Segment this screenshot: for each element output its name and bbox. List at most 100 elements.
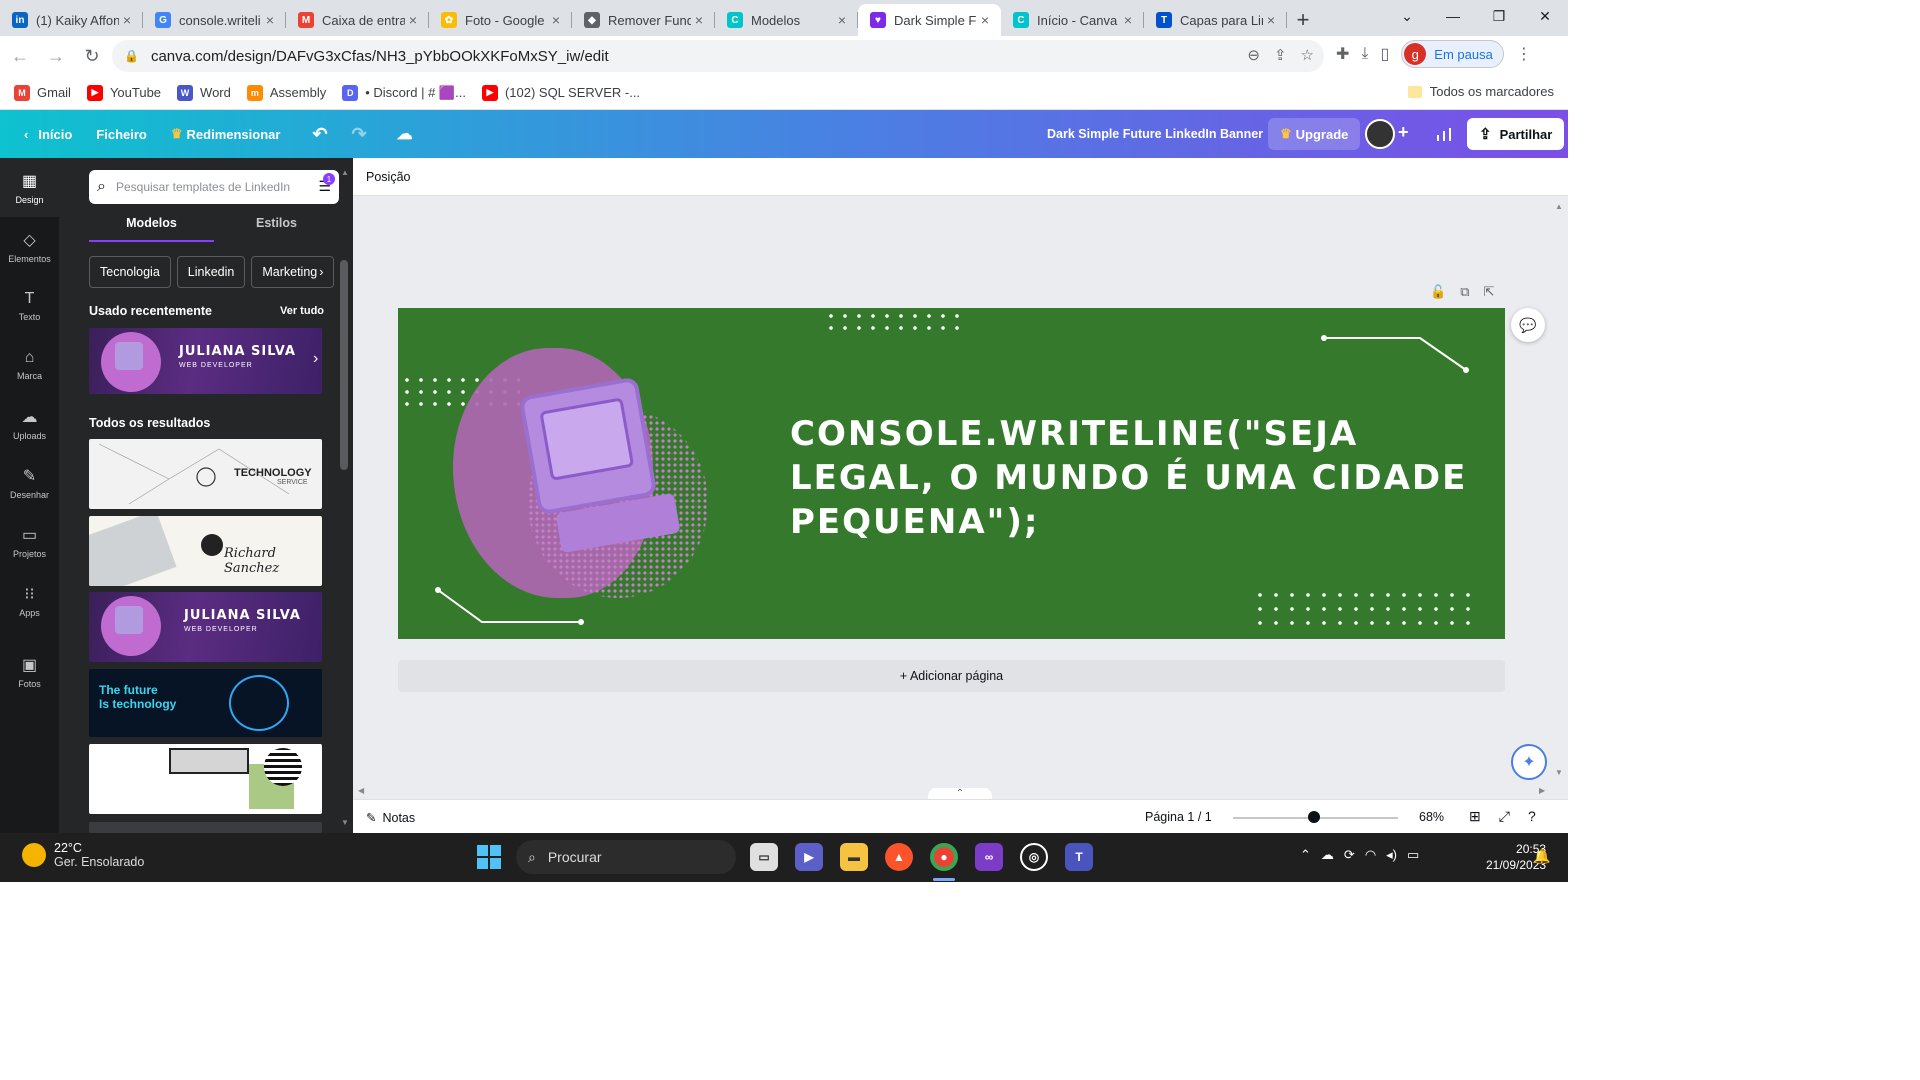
upgrade-button[interactable]: ♛ Upgrade (1268, 118, 1361, 150)
chip-linkedin[interactable]: Linkedin (176, 256, 246, 288)
duplicate-page-icon[interactable]: ⧉ (1460, 284, 1469, 300)
redo-button[interactable]: ↷ (340, 118, 379, 150)
panel-scrollbar[interactable]: ▲ ▼ (339, 168, 349, 828)
rail-item-texto[interactable]: T Texto (0, 276, 59, 335)
bookmark-item[interactable]: ▶ YouTube (86, 84, 161, 101)
onedrive-icon[interactable]: ☁ (1321, 847, 1334, 863)
rail-item-elementos[interactable]: ◇ Elementos (0, 217, 59, 276)
design-title[interactable]: Dark Simple Future LinkedIn Banner (1047, 127, 1263, 141)
omnibox[interactable]: 🔒 canva.com/design/DAFvG3xCfas/NH3_pYbbO… (112, 40, 1324, 72)
back-arrow-icon[interactable]: ← (4, 40, 36, 72)
share-button[interactable]: ⇪ Partilhar (1467, 118, 1565, 150)
close-tab-icon[interactable]: × (977, 12, 993, 28)
close-tab-icon[interactable]: × (834, 12, 850, 28)
close-tab-icon[interactable]: × (119, 12, 135, 28)
visual-studio-icon[interactable]: ∞ (975, 843, 1003, 871)
taskbar-search[interactable]: ⌕ Procurar (516, 840, 736, 874)
browser-tab[interactable]: M Caixa de entra × (286, 4, 429, 36)
windows-start-icon[interactable] (477, 845, 501, 869)
browser-menu-icon[interactable]: ⋮ (1516, 44, 1532, 64)
grid-view-icon[interactable]: ⊞ (1469, 808, 1481, 825)
obs-studio-icon[interactable]: ◎ (1020, 843, 1048, 871)
template-thumb-workspace[interactable] (89, 744, 322, 814)
downloads-icon[interactable]: ⤓ (1361, 45, 1368, 63)
side-panel-icon[interactable]: ▯ (1380, 44, 1389, 64)
rail-item-desenhar[interactable]: ✎ Desenhar (0, 453, 59, 512)
browser-tab[interactable]: C Início - Canva × (1001, 4, 1144, 36)
browser-tab[interactable]: ◆ Remover Fund × (572, 4, 715, 36)
template-thumb-juliana[interactable]: JULIANA SILVA WEB DEVELOPER (89, 592, 322, 662)
zoom-level[interactable]: 68% (1419, 810, 1444, 824)
minimize-icon[interactable]: — (1430, 0, 1476, 32)
rail-item-design[interactable]: ▦ Design (0, 158, 59, 217)
template-thumb-future[interactable]: The future Is technology (89, 669, 322, 737)
tab-modelos[interactable]: Modelos (89, 216, 214, 242)
wifi-icon[interactable]: ◠ (1365, 847, 1376, 863)
file-menu-button[interactable]: Ficheiro (84, 118, 159, 150)
bookmark-item[interactable]: M Gmail (14, 84, 71, 101)
close-tab-icon[interactable]: × (405, 12, 421, 28)
rail-item-uploads[interactable]: ☁ Uploads (0, 394, 59, 453)
lock-page-icon[interactable]: 🔓 (1430, 284, 1446, 300)
magic-assistant-icon[interactable]: ✦ (1511, 744, 1547, 780)
bookmark-item[interactable]: D • Discord | # 🟪... (342, 84, 466, 101)
rail-item-marca[interactable]: ⌂ Marca (0, 335, 59, 394)
rail-item-projetos[interactable]: ▭ Projetos (0, 512, 59, 571)
sync-icon[interactable]: ⟳ (1344, 847, 1355, 863)
zoom-slider-knob[interactable] (1308, 811, 1320, 823)
close-tab-icon[interactable]: × (262, 12, 278, 28)
forward-arrow-icon[interactable]: → (40, 40, 72, 72)
close-tab-icon[interactable]: × (1120, 12, 1136, 28)
cloud-saved-icon[interactable]: ☁ (385, 118, 425, 150)
chip-tecnologia[interactable]: Tecnologia (89, 256, 171, 288)
notifications-icon[interactable]: 🔔 (1533, 848, 1550, 865)
undo-button[interactable]: ↶ (300, 118, 339, 150)
workspace-scroll-up[interactable]: ▲ (1555, 202, 1563, 211)
chrome-icon[interactable]: ● (930, 843, 958, 871)
browser-tab[interactable]: T Capas para Lir × (1144, 4, 1287, 36)
position-button[interactable]: Posição (366, 170, 410, 184)
browser-tab[interactable]: Gconsole.writeli × (143, 4, 286, 36)
profile-button[interactable]: g Em pausa (1401, 40, 1504, 68)
bookmark-item[interactable]: m Assembly (246, 84, 326, 101)
add-page-icon[interactable]: ⇱ (1483, 284, 1494, 300)
new-tab-icon[interactable]: + (1287, 4, 1319, 36)
design-canvas[interactable]: CONSOLE.WRITELINE("SEJA LEGAL, O MUNDO É… (398, 308, 1505, 639)
browser-tab[interactable]: C Modelos × (715, 4, 858, 36)
chip-marketing[interactable]: Marketing › (251, 256, 335, 288)
close-tab-icon[interactable]: × (1263, 12, 1279, 28)
fullscreen-icon[interactable]: ⤢ (1499, 808, 1510, 825)
workspace-scroll-left[interactable]: ◀ (358, 786, 364, 795)
file-explorer-icon[interactable]: ▬ (840, 843, 868, 871)
share-page-icon[interactable]: ⇪ (1274, 46, 1287, 64)
tab-estilos[interactable]: Estilos (214, 216, 339, 242)
home-button[interactable]: ‹ Início (12, 118, 84, 150)
browser-tab[interactable]: ✿ Foto - Google × (429, 4, 572, 36)
zoom-icon[interactable]: ⊖ (1247, 46, 1260, 64)
notes-button[interactable]: ✎ Notas (366, 810, 415, 825)
all-bookmarks[interactable]: Todos os marcadores (1407, 84, 1554, 99)
close-tab-icon[interactable]: × (691, 12, 707, 28)
volume-icon[interactable]: ◂) (1386, 847, 1397, 863)
url-text[interactable]: canva.com/design/DAFvG3xCfas/NH3_pYbbOOk… (151, 48, 609, 65)
tab-search-icon[interactable]: ⌄ (1384, 0, 1430, 32)
insights-icon[interactable] (1428, 118, 1460, 150)
browser-tab[interactable]: in (1) Kaiky Affon × (0, 4, 143, 36)
template-search-input[interactable]: ⌕ Pesquisar templates de LinkedIn ☰ 1 (89, 170, 339, 204)
template-thumb-next[interactable] (89, 822, 322, 833)
brave-browser-icon[interactable]: ▲ (885, 843, 913, 871)
see-all-link[interactable]: Ver tudo (280, 305, 324, 317)
user-avatar[interactable] (1365, 119, 1395, 149)
close-tab-icon[interactable]: × (548, 12, 564, 28)
help-icon[interactable]: ? (1528, 808, 1536, 825)
rail-item-apps[interactable]: ⁝⁝ Apps (0, 571, 59, 630)
reload-icon[interactable]: ↻ (76, 40, 108, 72)
add-comment-icon[interactable]: 💬 (1511, 308, 1545, 342)
workspace-scroll-down[interactable]: ▼ (1555, 768, 1563, 777)
extensions-icon[interactable]: ✚ (1336, 44, 1349, 64)
video-meet-icon[interactable]: ▶ (795, 843, 823, 871)
banner-quote[interactable]: CONSOLE.WRITELINE("SEJA LEGAL, O MUNDO É… (790, 412, 1500, 544)
restore-icon[interactable]: ❐ (1476, 0, 1522, 32)
template-thumb-signature[interactable]: Richard Sanchez (89, 516, 322, 586)
add-collaborator-icon[interactable]: + (1398, 122, 1409, 143)
